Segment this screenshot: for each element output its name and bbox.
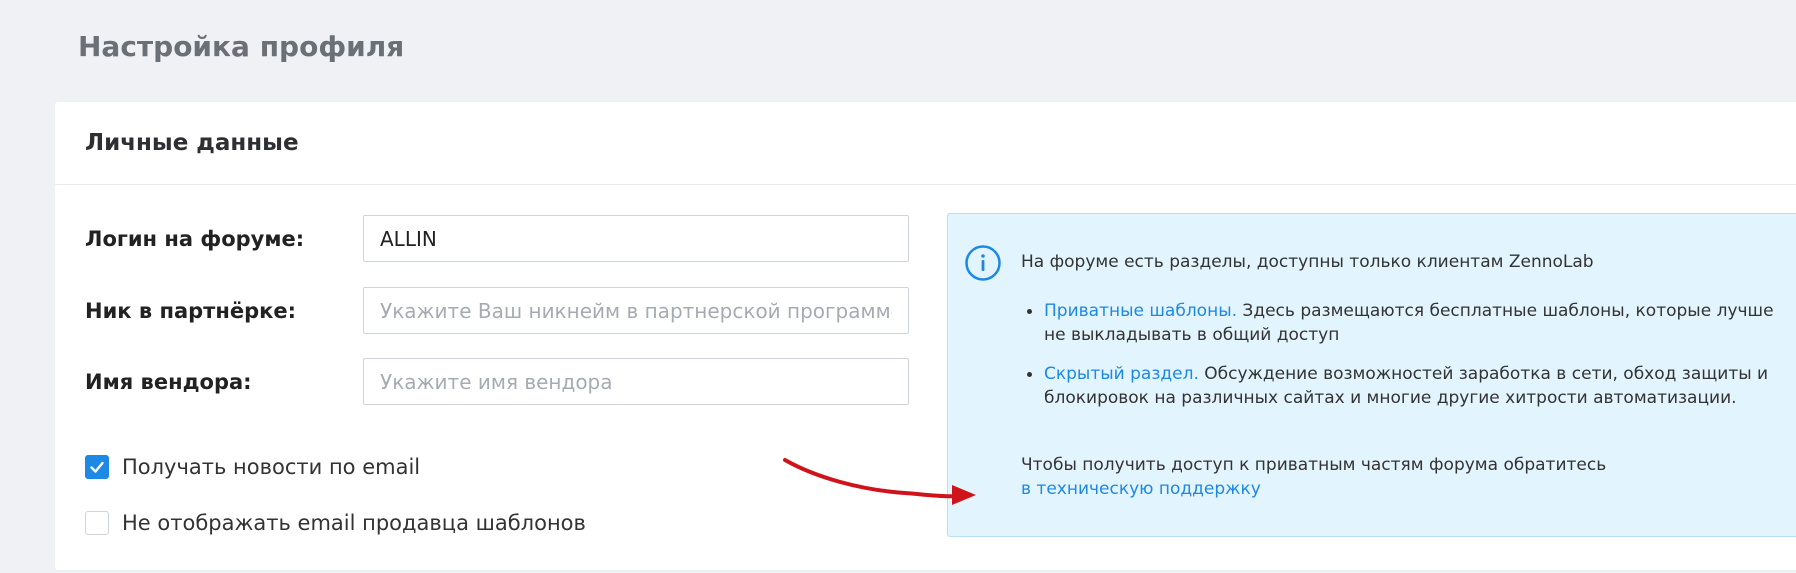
login-input[interactable] (363, 215, 909, 262)
nick-label: Ник в партнёрке: (85, 298, 297, 323)
info-intro: На форуме есть разделы, доступны только … (1021, 252, 1594, 272)
newsletter-checkbox[interactable] (85, 455, 109, 479)
hide-email-label: Не отображать email продавца шаблонов (122, 511, 586, 535)
card-header: Личные данные (55, 102, 1796, 185)
info-box: На форуме есть разделы, доступны только … (947, 213, 1796, 537)
newsletter-checkbox-row[interactable]: Получать новости по email (85, 455, 420, 479)
hide-email-checkbox[interactable] (85, 511, 109, 535)
card-title: Личные данные (85, 130, 299, 156)
newsletter-label: Получать новости по email (122, 455, 421, 479)
list-item: Приватные шаблоны. Здесь размещаются бес… (1021, 299, 1781, 347)
info-list: Приватные шаблоны. Здесь размещаются бес… (1021, 299, 1781, 425)
list-item: Скрытый раздел. Обсуждение возможностей … (1021, 362, 1781, 410)
vendor-row: Имя вендора: (85, 358, 909, 405)
support-link[interactable]: в техническую поддержку (1021, 479, 1261, 499)
info-footer-text: Чтобы получить доступ к приватным частям… (1021, 455, 1607, 475)
vendor-input[interactable] (363, 358, 909, 405)
red-arrow-annotation (783, 458, 976, 505)
vendor-label: Имя вендора: (85, 369, 252, 394)
nick-row: Ник в партнёрке: (85, 287, 909, 334)
login-row: Логин на форуме: (85, 215, 909, 262)
hide-email-checkbox-row[interactable]: Не отображать email продавца шаблонов (85, 511, 586, 535)
info-icon (965, 245, 1001, 281)
hidden-section-link[interactable]: Скрытый раздел. (1044, 364, 1199, 384)
login-label: Логин на форуме: (85, 226, 305, 251)
nick-input[interactable] (363, 287, 909, 334)
checkmark-icon (90, 461, 104, 473)
private-templates-link[interactable]: Приватные шаблоны. (1044, 301, 1237, 321)
info-footer: Чтобы получить доступ к приватным частям… (1021, 453, 1606, 501)
page-title: Настройка профиля (78, 30, 405, 63)
